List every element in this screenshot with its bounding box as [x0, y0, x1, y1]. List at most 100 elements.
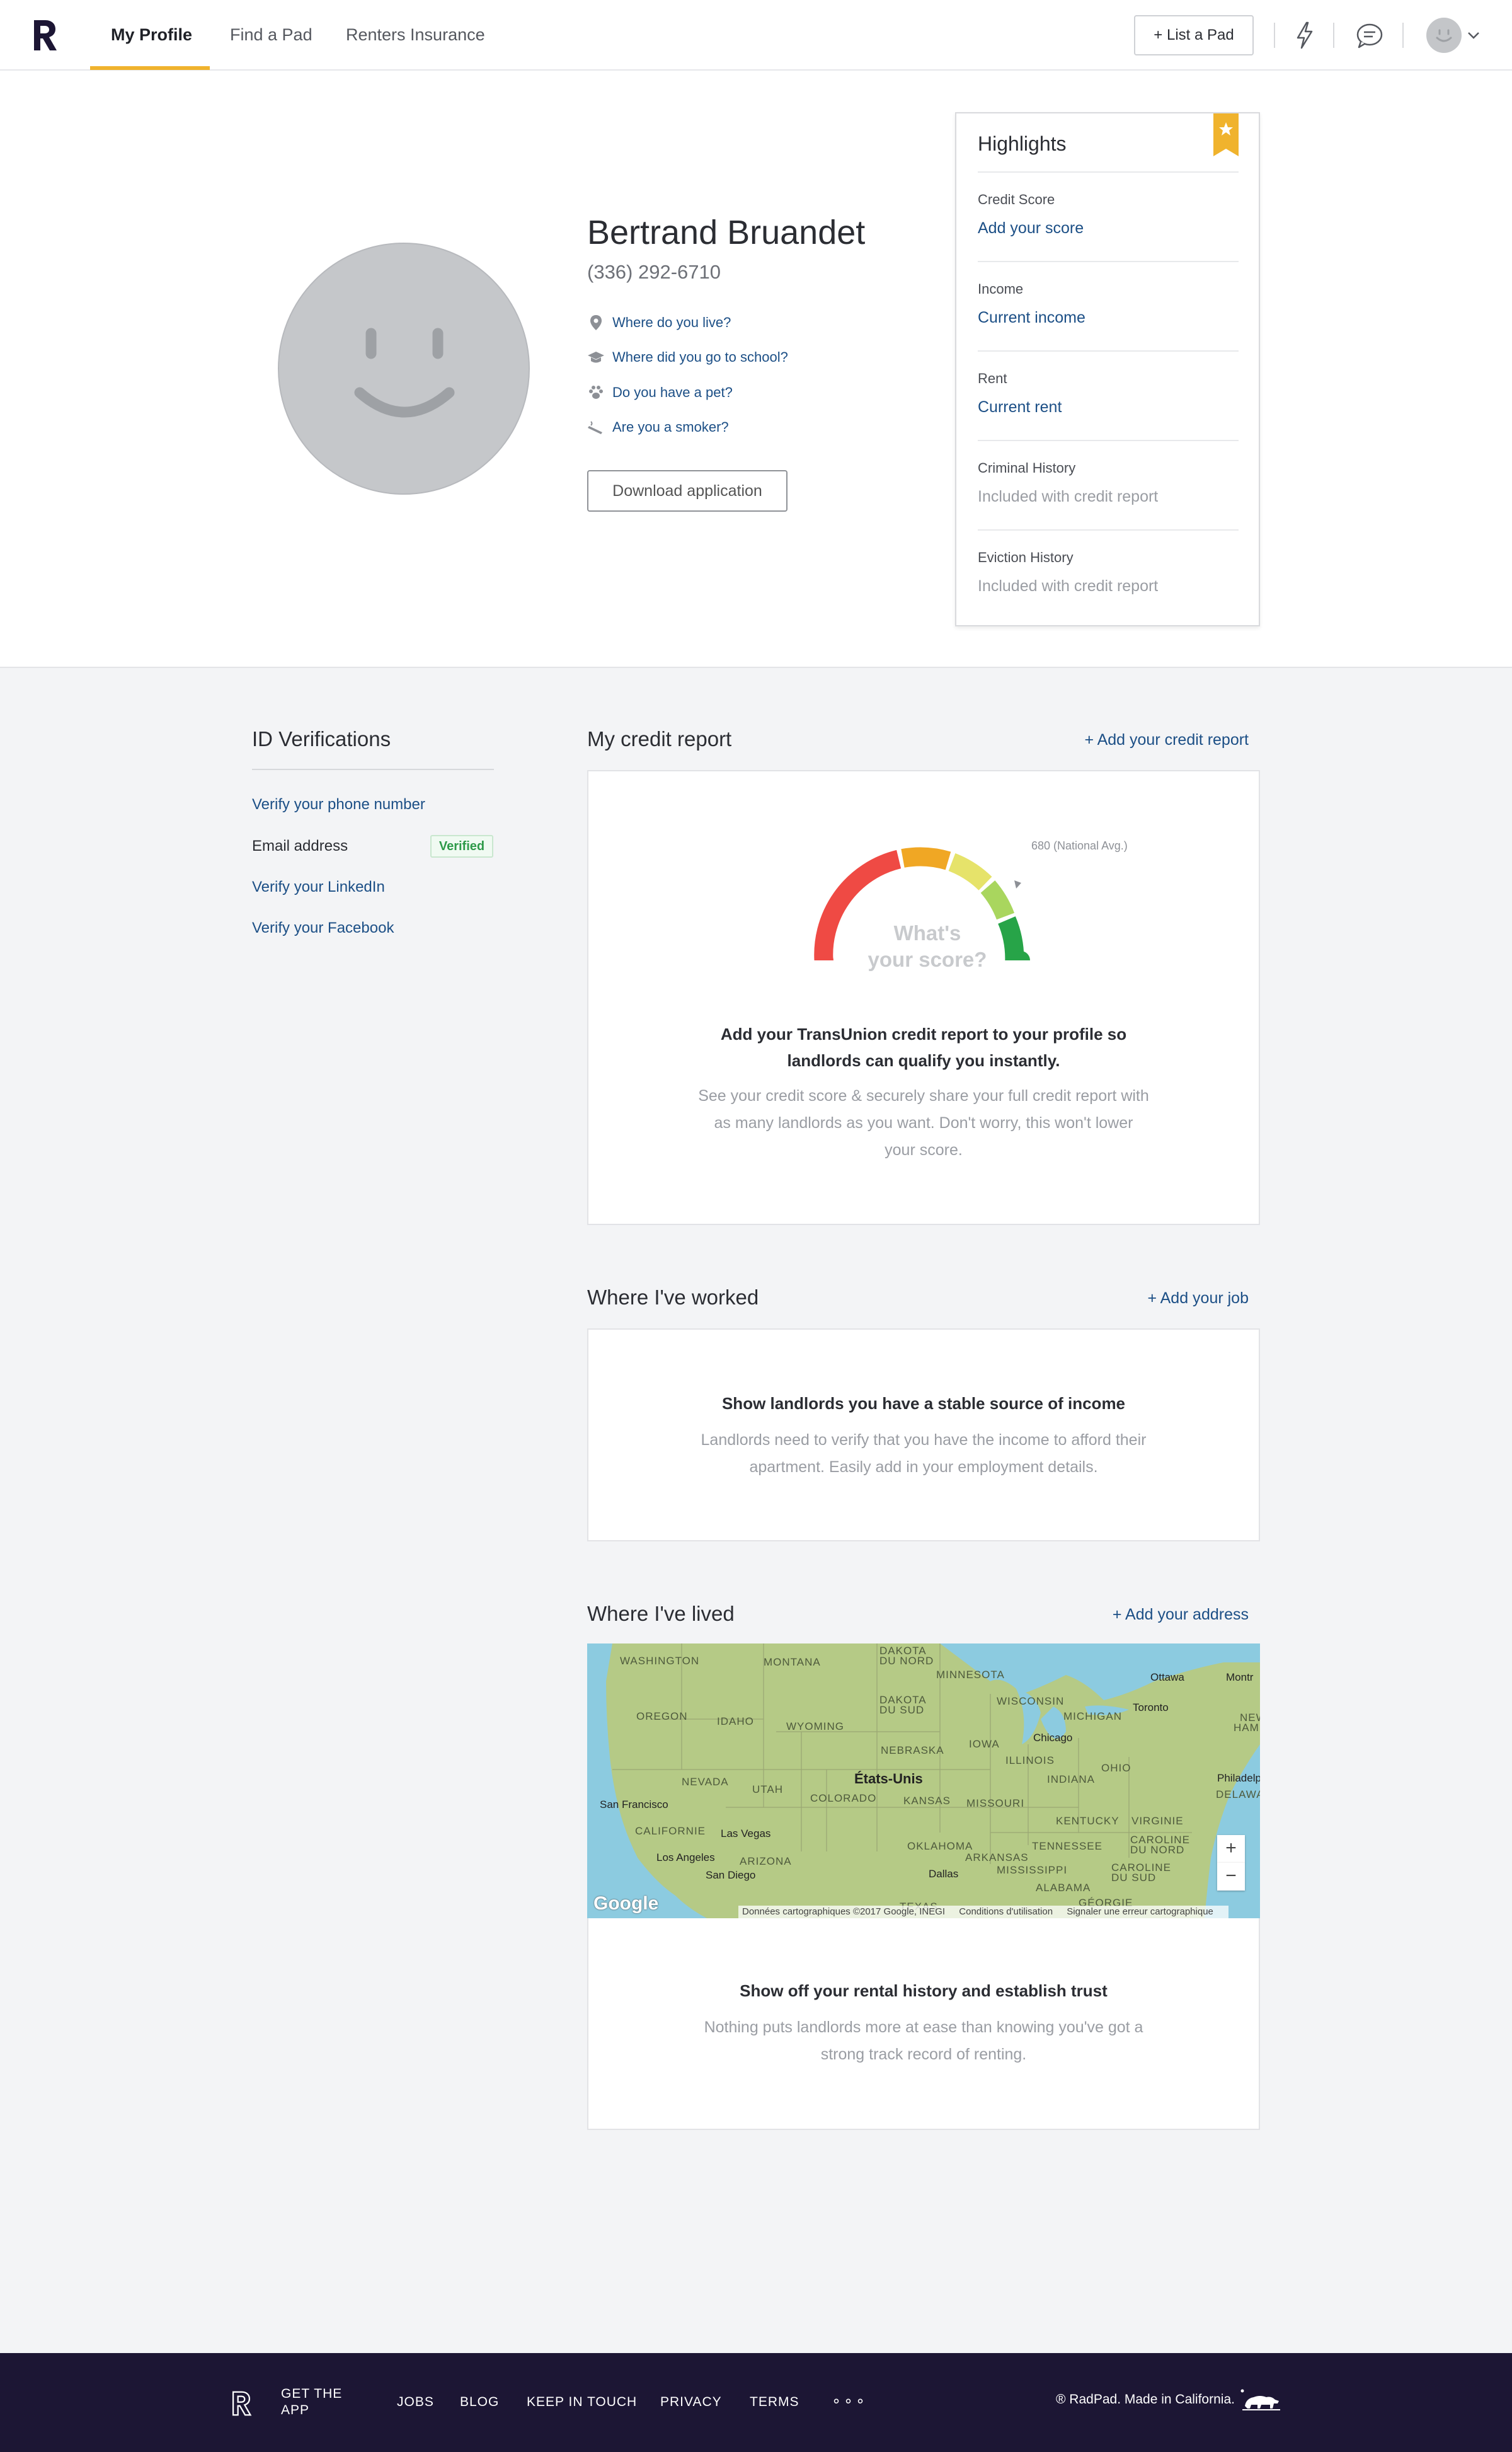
map-state-label: KENTUCKY: [1056, 1815, 1120, 1827]
credit-headline: Add your TransUnion credit report to you…: [588, 1021, 1259, 1074]
question-label[interactable]: Do you have a pet?: [612, 384, 733, 401]
map-state-label: WISCONSIN: [997, 1695, 1065, 1707]
map-report-error-link[interactable]: Signaler une erreur cartographique: [1067, 1906, 1213, 1917]
map-city-label: Toronto: [1133, 1701, 1169, 1713]
highlight-eviction-history: Eviction History Included with credit re…: [978, 529, 1239, 619]
footer-privacy-link[interactable]: PRIVACY: [660, 2395, 722, 2410]
gauge-center-text: What's your score?: [839, 920, 1016, 973]
footer-keep-in-touch-link[interactable]: KEEP IN TOUCH: [527, 2395, 637, 2410]
get-the-app-link[interactable]: GET THE APP: [281, 2386, 342, 2419]
map-city-label: Chicago: [1033, 1732, 1073, 1744]
question-pet[interactable]: Do you have a pet?: [587, 382, 733, 403]
map-state-label: KANSAS: [903, 1795, 951, 1807]
highlight-label: Rent: [978, 371, 1007, 386]
map-state-label: WYOMING: [786, 1720, 844, 1732]
map-state-label: WASHINGTON: [620, 1655, 700, 1667]
add-score-link[interactable]: Add your score: [978, 219, 1084, 238]
map-city-label: Ottawa: [1150, 1671, 1184, 1683]
chevron-down-icon[interactable]: [1467, 30, 1480, 40]
worked-body: Landlords need to verify that you have t…: [588, 1427, 1259, 1481]
map-city-label: Philadelphi: [1217, 1772, 1260, 1784]
question-where-live[interactable]: Where do you live?: [587, 312, 731, 333]
active-tab-indicator: [90, 66, 210, 70]
credit-body-line: your score.: [885, 1141, 963, 1159]
profile-phone: (336) 292-6710: [587, 261, 721, 283]
highlight-label: Criminal History: [978, 460, 1076, 476]
location-pin-icon: [587, 314, 605, 331]
lived-body-line: Nothing puts landlords more at ease than…: [704, 2018, 1143, 2036]
highlight-label: Eviction History: [978, 550, 1074, 565]
map-state-label: MINNESOTA: [936, 1669, 1005, 1681]
national-average-label: 680 (National Avg.): [1031, 839, 1128, 852]
divider: [1333, 23, 1334, 48]
map-city-label: Los Angeles: [656, 1851, 715, 1863]
list-a-pad-button[interactable]: + List a Pad: [1134, 15, 1254, 55]
worked-body-line: apartment. Easily add in your employment…: [749, 1458, 1098, 1476]
highlight-credit-score: Credit Score Add your score: [978, 171, 1239, 261]
current-rent-link[interactable]: Current rent: [978, 398, 1062, 417]
map-zoom-out-button[interactable]: −: [1217, 1863, 1245, 1891]
worked-headline: Show landlords you have a stable source …: [721, 1394, 1126, 1413]
question-where-school[interactable]: Where did you go to school?: [587, 347, 788, 368]
question-label[interactable]: Are you a smoker?: [612, 419, 729, 435]
footer-more-icon[interactable]: ∘∘∘: [832, 2392, 868, 2410]
map-state-label: OHIO: [1101, 1762, 1131, 1774]
top-header: My Profile Find a Pad Renters Insurance …: [0, 0, 1512, 71]
worked-body-line: Landlords need to verify that you have t…: [701, 1431, 1147, 1449]
map-state-label: ALABAMA: [1036, 1882, 1091, 1894]
address-map[interactable]: WASHINGTON MONTANA DAKOTA DU NORD MINNES…: [587, 1643, 1260, 1918]
radpad-logo[interactable]: [29, 16, 60, 54]
download-application-button[interactable]: Download application: [587, 470, 788, 512]
footer-copyright: ® RadPad. Made in California.: [1056, 2392, 1235, 2407]
highlight-value: Included with credit report: [978, 577, 1159, 595]
map-state-label: COLORADO: [810, 1792, 877, 1804]
chat-icon[interactable]: [1353, 19, 1386, 52]
user-avatar[interactable]: [1426, 18, 1462, 53]
cigarette-icon: [587, 418, 605, 436]
highlights-title: Highlights: [978, 132, 1067, 155]
question-label[interactable]: Where do you live?: [612, 314, 731, 331]
credit-headline-line: landlords can qualify you instantly.: [787, 1051, 1060, 1070]
profile-avatar[interactable]: [278, 243, 530, 495]
current-income-link[interactable]: Current income: [978, 309, 1085, 327]
map-zoom-in-button[interactable]: +: [1217, 1835, 1245, 1863]
nav-find-a-pad[interactable]: Find a Pad: [230, 0, 312, 69]
credit-report-title: My credit report: [587, 727, 732, 751]
map-state-label: UTAH: [752, 1783, 784, 1795]
credit-body-line: See your credit score & securely share y…: [698, 1087, 1149, 1105]
footer-jobs-link[interactable]: JOBS: [397, 2395, 434, 2410]
question-smoker[interactable]: Are you a smoker?: [587, 417, 729, 438]
divider: [1402, 23, 1404, 48]
question-label[interactable]: Where did you go to school?: [612, 349, 788, 365]
add-job-link[interactable]: + Add your job: [1147, 1289, 1249, 1308]
map-terms-link[interactable]: Conditions d'utilisation: [959, 1906, 1053, 1917]
gauge-center-line: What's: [893, 921, 961, 945]
credit-report-card: 680 (National Avg.) What's your score? A…: [587, 770, 1260, 1225]
star-ribbon-icon: [1213, 113, 1239, 156]
footer: GET THE APP JOBS BLOG KEEP IN TOUCH PRIV…: [0, 2353, 1512, 2452]
highlight-value: Included with credit report: [978, 488, 1159, 505]
add-credit-report-link[interactable]: + Add your credit report: [1084, 731, 1249, 749]
map-state-label: OKLAHOMA: [907, 1840, 973, 1852]
highlight-criminal-history: Criminal History Included with credit re…: [978, 440, 1239, 529]
radpad-footer-logo[interactable]: [229, 2388, 253, 2419]
verify-linkedin-link[interactable]: Verify your LinkedIn: [252, 878, 385, 896]
nav-my-profile[interactable]: My Profile: [111, 0, 192, 69]
map-state-label: DU NORD: [1130, 1844, 1185, 1856]
verify-phone-link[interactable]: Verify your phone number: [252, 796, 425, 814]
footer-terms-link[interactable]: TERMS: [750, 2395, 799, 2410]
worked-card: Show landlords you have a stable source …: [587, 1328, 1260, 1541]
nav-renters-insurance[interactable]: Renters Insurance: [346, 0, 485, 69]
divider: [1274, 23, 1275, 48]
map-state-label: ARIZONA: [740, 1855, 792, 1867]
add-address-link[interactable]: + Add your address: [1113, 1606, 1249, 1624]
map-state-label: DELAWARE: [1216, 1788, 1260, 1800]
google-logo: Google: [593, 1893, 659, 1914]
footer-blog-link[interactable]: BLOG: [460, 2395, 499, 2410]
lightning-icon[interactable]: [1288, 19, 1320, 52]
verify-facebook-link[interactable]: Verify your Facebook: [252, 919, 394, 937]
map-state-label: DU NORD: [879, 1655, 934, 1667]
map-state-label: INDIANA: [1047, 1773, 1095, 1785]
worked-title: Where I've worked: [587, 1286, 759, 1309]
graduation-cap-icon: [587, 348, 605, 366]
